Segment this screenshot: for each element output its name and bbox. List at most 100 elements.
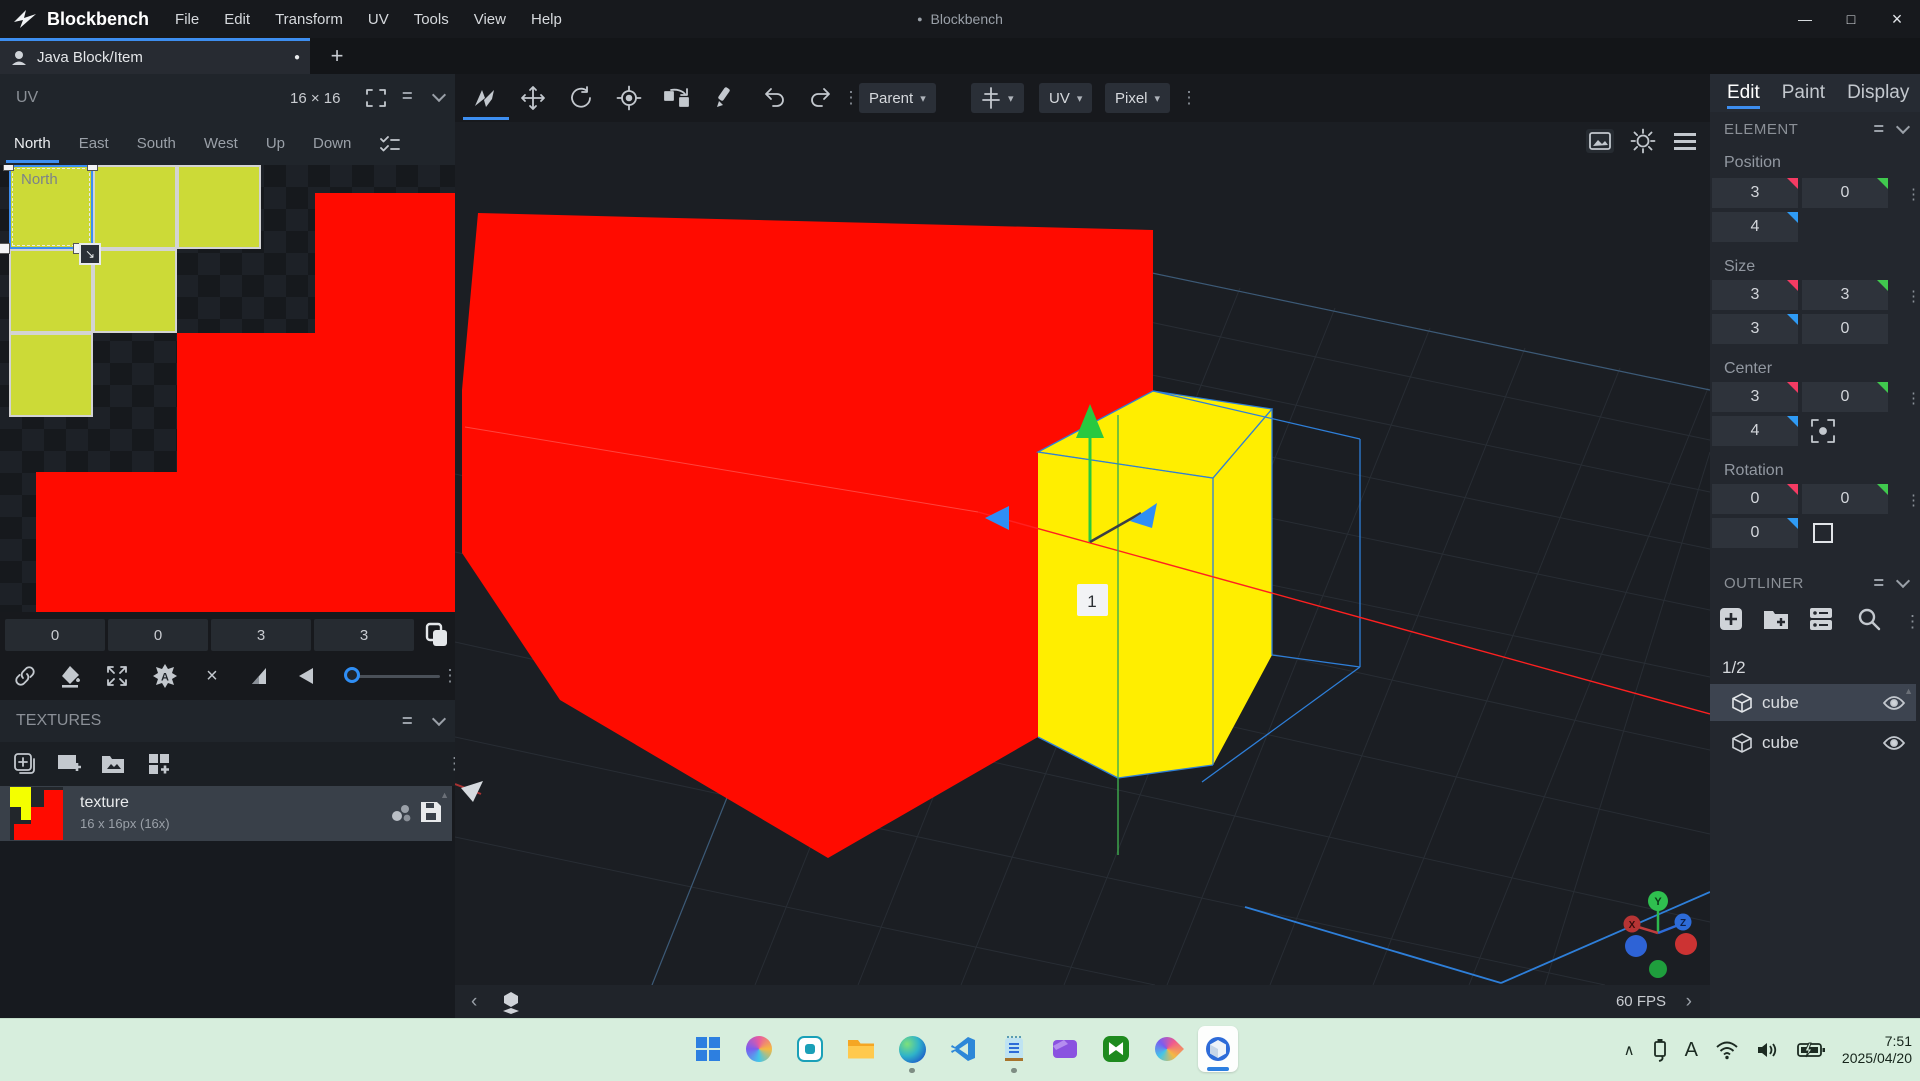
menu-edit[interactable]: Edit	[224, 11, 250, 28]
clipchamp-button[interactable]	[1045, 1026, 1085, 1072]
parent-space-dropdown[interactable]: Parent ▾	[859, 83, 936, 113]
size-menu-dots[interactable]: ⋮	[1906, 287, 1920, 305]
rotation-z-field[interactable]: 0	[1712, 518, 1798, 548]
rotation-y-field[interactable]: 0	[1802, 484, 1888, 514]
import-texture-icon[interactable]	[12, 751, 38, 777]
background-image-icon[interactable]	[1586, 129, 1614, 153]
menu-uv[interactable]: UV	[368, 11, 389, 28]
close-button[interactable]: ×	[1874, 0, 1920, 38]
usb-device-icon[interactable]	[1652, 1038, 1668, 1062]
new-tab-button[interactable]: +	[322, 38, 352, 74]
tray-chevron-icon[interactable]: ∧	[1624, 1041, 1635, 1059]
scroll-up-arrow[interactable]: ▲	[440, 790, 449, 800]
widgets-button[interactable]	[790, 1026, 830, 1072]
maximize-uv-button[interactable]	[104, 663, 130, 689]
start-button[interactable]	[688, 1026, 728, 1072]
minimize-button[interactable]: —	[1782, 0, 1828, 38]
position-y-field[interactable]: 0	[1802, 178, 1888, 208]
uv-face-box[interactable]	[9, 333, 93, 417]
next-view-chevron[interactable]: ›	[1686, 991, 1692, 1013]
pivot-tool-button[interactable]	[611, 83, 647, 113]
uv-editor-canvas[interactable]: North ↘	[0, 165, 455, 612]
add-cube-button[interactable]	[1718, 606, 1744, 632]
collapse-panel-icon[interactable]	[432, 712, 446, 726]
gizmo-neg-x-ball[interactable]	[1675, 933, 1697, 955]
collapse-section-icon[interactable]	[1896, 574, 1910, 588]
panel-drag-handle[interactable]: =	[402, 711, 413, 732]
uv-opacity-slider-track[interactable]	[352, 675, 440, 678]
fullscreen-icon[interactable]	[366, 89, 386, 107]
notepad-button[interactable]	[994, 1026, 1034, 1072]
blockbench-taskbar-button[interactable]	[1198, 1026, 1238, 1072]
create-texture-icon[interactable]	[56, 752, 82, 776]
texture-folder-icon[interactable]	[100, 752, 128, 776]
pixel-grid-dropdown[interactable]: Pixel ▾	[1105, 83, 1170, 113]
outliner-item-cube-2[interactable]: cube	[1710, 724, 1916, 761]
view-mode-cube-icon[interactable]	[499, 990, 523, 1014]
mirror-x-button[interactable]	[246, 663, 272, 689]
gizmo-neg-y-ball[interactable]	[1649, 960, 1667, 978]
center-y-field[interactable]: 0	[1802, 382, 1888, 412]
edge-button[interactable]	[892, 1026, 932, 1072]
rescale-checkbox[interactable]	[1813, 523, 1833, 543]
position-z-field[interactable]: 4	[1712, 212, 1798, 242]
fill-face-button[interactable]	[58, 663, 84, 689]
uv-face-box[interactable]	[177, 165, 261, 249]
face-checklist-icon[interactable]	[379, 134, 401, 154]
menu-file[interactable]: File	[175, 11, 199, 28]
copilot-button[interactable]	[739, 1026, 779, 1072]
menu-transform[interactable]: Transform	[275, 11, 343, 28]
texture-template-icon[interactable]	[146, 751, 172, 777]
uv-y-input[interactable]: 0	[108, 619, 208, 651]
face-tab-west[interactable]: West	[190, 122, 252, 165]
transform-space-button[interactable]	[659, 83, 695, 113]
face-tab-up[interactable]: Up	[252, 122, 299, 165]
collapse-section-icon[interactable]	[1896, 120, 1910, 134]
palette-icon[interactable]	[390, 802, 414, 824]
project-tab[interactable]: Java Block/Item ●	[0, 38, 310, 74]
lighting-sun-icon[interactable]	[1630, 128, 1656, 154]
copy-paste-icon[interactable]	[424, 621, 450, 649]
uv-move-handle[interactable]: ↘	[79, 243, 101, 265]
size-y-field[interactable]: 3	[1802, 280, 1888, 310]
size-z-field[interactable]: 3	[1712, 314, 1798, 344]
search-icon[interactable]	[1856, 606, 1882, 632]
tab-display[interactable]: Display	[1847, 74, 1909, 112]
paint-button[interactable]	[1147, 1026, 1187, 1072]
prev-view-chevron[interactable]: ‹	[471, 991, 477, 1013]
select-tool-button[interactable]	[467, 83, 503, 113]
xbox-button[interactable]: ⧓	[1096, 1026, 1136, 1072]
texture-list-item[interactable]: texture 16 x 16px (16x) ▲	[0, 786, 452, 841]
panel-drag-handle[interactable]: =	[1873, 119, 1884, 140]
uv-resize-handle[interactable]	[87, 165, 98, 171]
rotate-tool-button[interactable]	[563, 83, 599, 113]
uv-mode-dropdown[interactable]: UV ▾	[1039, 83, 1092, 113]
link-uv-button[interactable]	[12, 663, 38, 689]
viewport-scene[interactable]: 1 Y X Z	[455, 122, 1710, 985]
save-texture-icon[interactable]	[418, 799, 444, 825]
center-z-field[interactable]: 4	[1712, 416, 1798, 446]
size-x-field[interactable]: 3	[1712, 280, 1798, 310]
rotation-menu-dots[interactable]: ⋮	[1906, 491, 1920, 509]
face-tab-south[interactable]: South	[123, 122, 190, 165]
volume-icon[interactable]	[1756, 1040, 1780, 1060]
uv-resize-handle[interactable]	[3, 165, 14, 171]
taskbar-clock[interactable]: 7:51 2025/04/20	[1842, 1033, 1912, 1067]
auto-uv-button[interactable]: A	[152, 663, 178, 689]
position-menu-dots[interactable]: ⋮	[1906, 185, 1920, 203]
toolbar-overflow-dots[interactable]: ⋮	[843, 83, 859, 113]
uv-height-input[interactable]: 3	[314, 619, 414, 651]
size-inflate-field[interactable]: 0	[1802, 314, 1888, 344]
panel-drag-handle[interactable]: =	[402, 86, 413, 107]
vscode-button[interactable]	[943, 1026, 983, 1072]
outliner-overflow-dots[interactable]: ⋮	[1904, 612, 1920, 632]
tab-paint[interactable]: Paint	[1782, 74, 1825, 112]
add-group-button[interactable]	[1762, 608, 1790, 632]
clear-uv-button[interactable]: ×	[199, 663, 225, 689]
panel-drag-handle[interactable]: =	[1873, 573, 1884, 594]
brush-tool-button[interactable]	[708, 83, 744, 113]
uv-face-box[interactable]	[93, 249, 177, 333]
mirror-y-button[interactable]	[294, 663, 320, 689]
toolbar-overflow-dots-2[interactable]: ⋮	[1181, 83, 1197, 113]
uv-width-input[interactable]: 3	[211, 619, 311, 651]
